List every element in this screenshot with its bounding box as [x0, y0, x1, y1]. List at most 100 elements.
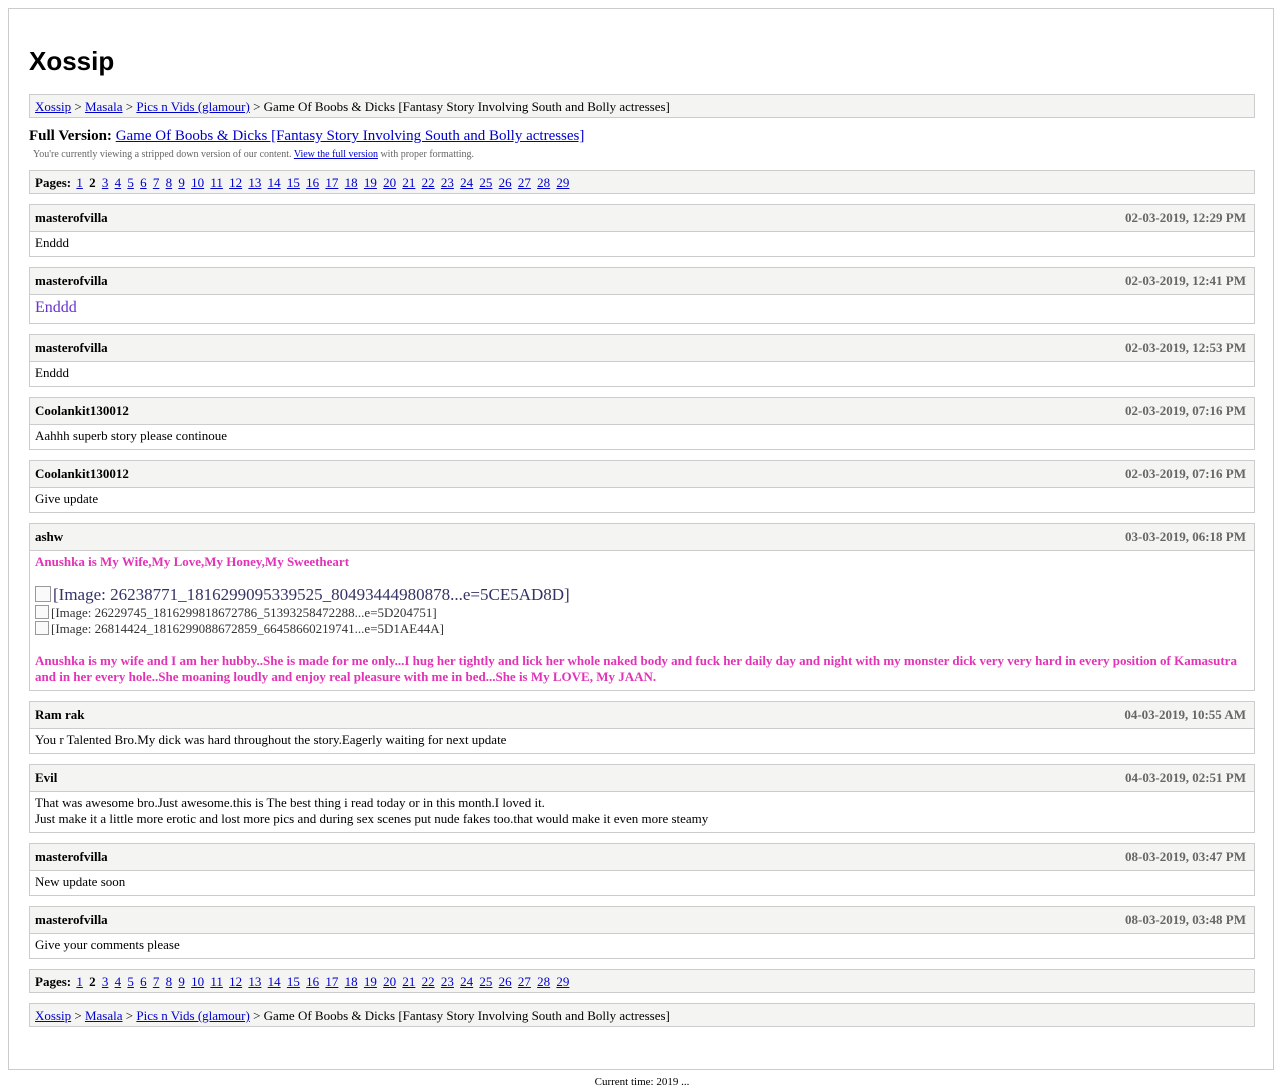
page-link-10[interactable]: 10: [191, 175, 204, 190]
page-link-10[interactable]: 10: [191, 974, 204, 989]
page-link-20[interactable]: 20: [383, 175, 396, 190]
page-link-29[interactable]: 29: [556, 175, 569, 190]
page-link-29[interactable]: 29: [556, 974, 569, 989]
page-link-17[interactable]: 17: [325, 974, 338, 989]
post-body: You r Talented Bro.My dick was hard thro…: [35, 732, 507, 747]
post-author: masterofvilla: [35, 340, 108, 355]
broken-image-icon: [35, 621, 49, 635]
breadcrumb-separator: >: [74, 99, 82, 114]
post-author: masterofvilla: [35, 912, 108, 927]
page-link-23[interactable]: 23: [441, 175, 454, 190]
post-date: 04-03-2019, 02:51 PM: [1125, 770, 1246, 785]
post-header: masterofvilla 08-03-2019, 03:47 PM: [30, 844, 1254, 871]
page-link-8[interactable]: 8: [166, 974, 173, 989]
post-author: masterofvilla: [35, 210, 108, 225]
breadcrumb-link-xossip[interactable]: Xossip: [35, 99, 71, 114]
post-header: Coolankit130012 02-03-2019, 07:16 PM: [30, 461, 1254, 488]
post-body: That was awesome bro.Just awesome.this i…: [30, 792, 1254, 832]
breadcrumb-link-pics-n-vids[interactable]: Pics n Vids (glamour): [136, 1008, 249, 1023]
page-link-21[interactable]: 21: [402, 175, 415, 190]
page-link-27[interactable]: 27: [518, 175, 531, 190]
page-link-13[interactable]: 13: [248, 175, 261, 190]
page-link-28[interactable]: 28: [537, 175, 550, 190]
page-link-6[interactable]: 6: [140, 974, 147, 989]
post-header: ashw 03-03-2019, 06:18 PM: [30, 524, 1254, 551]
breadcrumb-link-masala[interactable]: Masala: [85, 99, 123, 114]
view-full-version-link[interactable]: View the full version: [294, 149, 378, 160]
page-link-11[interactable]: 11: [210, 974, 223, 989]
page-link-26[interactable]: 26: [499, 974, 512, 989]
page-link-15[interactable]: 15: [287, 974, 300, 989]
page-link-22[interactable]: 22: [422, 974, 435, 989]
page-link-8[interactable]: 8: [166, 175, 173, 190]
note-text-before: You're currently viewing a stripped down…: [33, 149, 292, 160]
breadcrumb-link-masala[interactable]: Masala: [85, 1008, 123, 1023]
post: masterofvilla 08-03-2019, 03:47 PM New u…: [29, 843, 1255, 896]
page-link-26[interactable]: 26: [499, 175, 512, 190]
page-link-4[interactable]: 4: [115, 974, 122, 989]
page-link-5[interactable]: 5: [127, 974, 134, 989]
page-link-25[interactable]: 25: [479, 974, 492, 989]
page-link-21[interactable]: 21: [402, 974, 415, 989]
page-link-23[interactable]: 23: [441, 974, 454, 989]
page-link-18[interactable]: 18: [345, 175, 358, 190]
pages-label: Pages:: [35, 974, 72, 989]
post-header: masterofvilla 08-03-2019, 03:48 PM: [30, 907, 1254, 934]
page-link-7[interactable]: 7: [153, 175, 160, 190]
page-link-9[interactable]: 9: [178, 175, 185, 190]
page-link-20[interactable]: 20: [383, 974, 396, 989]
page-link-24[interactable]: 24: [460, 974, 473, 989]
full-version-section: Full Version: Game Of Boobs & Dicks [Fan…: [29, 127, 1253, 162]
page-link-7[interactable]: 7: [153, 974, 160, 989]
page-link-22[interactable]: 22: [422, 175, 435, 190]
breadcrumb-separator: >: [253, 1008, 261, 1023]
full-version-link[interactable]: Game Of Boobs & Dicks [Fantasy Story Inv…: [116, 128, 585, 144]
page-link-3[interactable]: 3: [102, 175, 109, 190]
page-link-24[interactable]: 24: [460, 175, 473, 190]
post-date: 02-03-2019, 07:16 PM: [1125, 466, 1246, 481]
breadcrumb-link-xossip[interactable]: Xossip: [35, 1008, 71, 1023]
post-body-line: That was awesome bro.Just awesome.this i…: [35, 795, 545, 810]
page-link-13[interactable]: 13: [248, 974, 261, 989]
page-link-14[interactable]: 14: [268, 974, 281, 989]
page-link-4[interactable]: 4: [115, 175, 122, 190]
page-link-19[interactable]: 19: [364, 175, 377, 190]
post-author: masterofvilla: [35, 273, 108, 288]
page-link-27[interactable]: 27: [518, 974, 531, 989]
image-alt-text: [Image: 26229745_1816299818672786_513932…: [51, 605, 437, 620]
page-link-25[interactable]: 25: [479, 175, 492, 190]
page-link-12[interactable]: 12: [229, 175, 242, 190]
post-header: masterofvilla 02-03-2019, 12:29 PM: [30, 205, 1254, 232]
breadcrumb: Xossip > Masala > Pics n Vids (glamour) …: [29, 94, 1255, 118]
page-link-3[interactable]: 3: [102, 974, 109, 989]
page-link-16[interactable]: 16: [306, 974, 319, 989]
post-author: Ram rak: [35, 707, 85, 722]
page-link-18[interactable]: 18: [345, 974, 358, 989]
page-link-1[interactable]: 1: [76, 974, 83, 989]
page-link-17[interactable]: 17: [325, 175, 338, 190]
page-link-12[interactable]: 12: [229, 974, 242, 989]
page-link-28[interactable]: 28: [537, 974, 550, 989]
page-link-6[interactable]: 6: [140, 175, 147, 190]
pages-label: Pages:: [35, 175, 72, 190]
page-link-15[interactable]: 15: [287, 175, 300, 190]
post-author: ashw: [35, 529, 64, 544]
page-link-14[interactable]: 14: [268, 175, 281, 190]
breadcrumb-link-pics-n-vids[interactable]: Pics n Vids (glamour): [136, 99, 249, 114]
breadcrumb-separator: >: [125, 1008, 134, 1023]
page-link-19[interactable]: 19: [364, 974, 377, 989]
page-link-5[interactable]: 5: [127, 175, 134, 190]
page-link-16[interactable]: 16: [306, 175, 319, 190]
breadcrumb-separator: >: [74, 1008, 82, 1023]
page-link-1[interactable]: 1: [76, 175, 83, 190]
post-author: masterofvilla: [35, 849, 108, 864]
post-date: 02-03-2019, 12:29 PM: [1125, 210, 1246, 225]
post-header: masterofvilla 02-03-2019, 12:41 PM: [30, 268, 1254, 295]
breadcrumb-current: Game Of Boobs & Dicks [Fantasy Story Inv…: [263, 99, 670, 114]
page-link-11[interactable]: 11: [210, 175, 223, 190]
broken-image-icon: [35, 605, 49, 619]
site-title: Xossip: [29, 46, 115, 76]
page-link-9[interactable]: 9: [178, 974, 185, 989]
post-body: Anushka is My Wife,My Love,My Honey,My S…: [30, 551, 1254, 690]
note-text-after: with proper formatting.: [380, 149, 475, 160]
